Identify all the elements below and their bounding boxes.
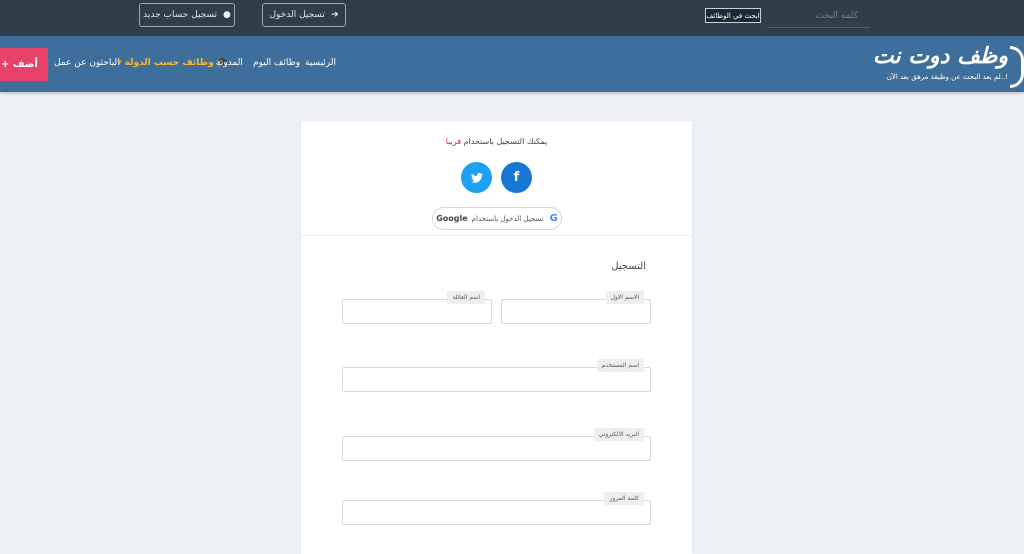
user-icon: ●	[223, 10, 231, 20]
username-field[interactable]: اسم المستخدم	[342, 359, 651, 392]
nav-job-seekers[interactable]: الباحثون عن عمل	[54, 58, 120, 68]
add-job-button[interactable]: + أضف	[0, 48, 48, 81]
register-label: تسجيل حساب جديد	[143, 10, 218, 20]
twitter-icon	[470, 172, 483, 183]
search-area: ابحث في الوظائف	[705, 4, 870, 28]
form-title: التسجيل	[611, 261, 646, 272]
nav-home[interactable]: الرئيسية	[305, 58, 336, 68]
google-signin-button[interactable]: Google تسجيل الدخول باستخدام G	[432, 207, 562, 230]
site-logo[interactable]: وظف دوت نت لم يعد البحث عن وظيفة مرهق بع…	[873, 40, 1024, 90]
google-signin-label: تسجيل الدخول باستخدام	[471, 214, 544, 223]
email-field[interactable]: البريد الالكتروني	[342, 428, 651, 461]
sign-in-icon: ➜	[330, 10, 339, 20]
password-label: كلمة المرور	[604, 492, 644, 505]
last-name-label: اسم العائلة	[447, 291, 485, 304]
register-button[interactable]: تسجيل حساب جديد ●	[139, 3, 235, 27]
google-icon: G	[549, 213, 558, 224]
email-label: البريد الالكتروني	[593, 428, 644, 441]
first-name-label: الاسم الاول	[605, 291, 644, 304]
login-button[interactable]: تسجيل الدخول ➜	[262, 3, 346, 27]
facebook-button[interactable]: f	[501, 162, 532, 193]
facebook-icon: f	[513, 170, 520, 185]
top-bar: تسجيل حساب جديد ● تسجيل الدخول ➜ ابحث في…	[0, 0, 1024, 36]
twitter-button[interactable]	[461, 162, 492, 193]
password-field[interactable]: كلمة المرور	[342, 492, 651, 525]
search-jobs-button[interactable]: ابحث في الوظائف	[705, 8, 761, 23]
soon-label: قريبا	[445, 137, 462, 146]
registration-card: يمكنك التسجيل باستخدام قريبا f Google تس…	[301, 121, 692, 554]
logo-title: وظف دوت نت	[872, 43, 1008, 69]
divider	[301, 235, 692, 236]
login-label: تسجيل الدخول	[269, 10, 325, 20]
nav-jobs-by-country[interactable]: ▾ وظائف حسب الدولة 🎓	[117, 58, 228, 68]
nav-blog[interactable]: المدونة	[216, 58, 243, 68]
first-name-field[interactable]: الاسم الاول	[501, 291, 651, 324]
social-signup-text: يمكنك التسجيل باستخدام قريبا	[301, 137, 692, 146]
last-name-field[interactable]: اسم العائلة	[342, 291, 492, 324]
social-text-label: يمكنك التسجيل باستخدام	[463, 137, 548, 146]
google-word: Google	[436, 214, 468, 223]
username-label: اسم المستخدم	[596, 359, 644, 372]
logo-tagline: لم يعد البحث عن وظيفة مرهق بعد الآن..!	[886, 73, 1008, 81]
main-nav: + أضف الباحثون عن عمل ▾ وظائف حسب الدولة…	[0, 36, 1024, 92]
search-input[interactable]	[767, 4, 870, 28]
logo-curl-icon	[1010, 46, 1024, 88]
nav-today-jobs[interactable]: وظائف اليوم	[253, 58, 300, 68]
